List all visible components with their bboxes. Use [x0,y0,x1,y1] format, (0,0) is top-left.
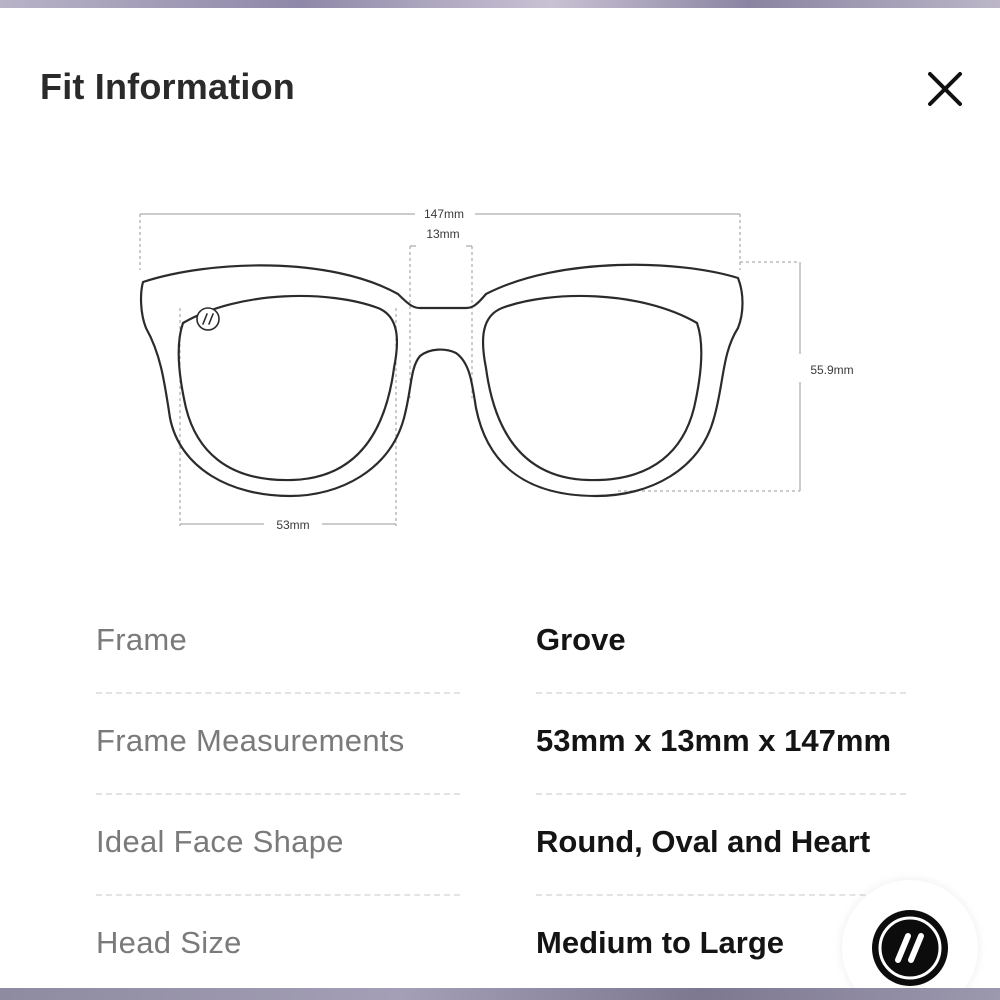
spec-row-head-size: Head Size Medium to Large [96,911,906,988]
fit-information-modal: Fit Information 147mm 13mm 55.9mm 53mm F… [0,8,1000,988]
divider [536,793,906,795]
double-slash-logo-icon [196,307,220,331]
frame-diagram: 147mm 13mm 55.9mm 53mm [139,207,854,532]
glasses-outline [139,263,744,498]
spec-row-frame: Frame Grove [96,608,906,709]
divider [536,894,906,896]
lens-height-label: 55.9mm [810,363,853,377]
bridge-width-label: 13mm [426,227,459,241]
spec-row-frame-measurements: Frame Measurements 53mm x 13mm x 147mm [96,709,906,810]
spec-value: 53mm x 13mm x 147mm [536,723,892,758]
spec-label: Head Size [96,925,242,960]
spec-row-ideal-face-shape: Ideal Face Shape Round, Oval and Heart [96,810,906,911]
total-width-label: 147mm [424,207,464,221]
lens-width-label: 53mm [276,518,309,532]
double-slash-logo-icon [878,916,942,980]
right-lens [481,294,703,482]
background-strip-bottom [0,988,1000,1000]
spec-value: Round, Oval and Heart [536,824,871,859]
background-strip-top [0,0,1000,8]
divider [96,894,460,896]
spec-label: Ideal Face Shape [96,824,344,859]
spec-value: Grove [536,622,626,657]
divider [96,793,460,795]
brand-button[interactable] [872,910,948,986]
spec-label: Frame [96,622,188,657]
divider [536,692,906,694]
fit-specs: Frame Grove Frame Measurements 53mm x 13… [96,608,906,988]
frame-outer [139,263,744,498]
divider [96,692,460,694]
spec-label: Frame Measurements [96,723,405,758]
